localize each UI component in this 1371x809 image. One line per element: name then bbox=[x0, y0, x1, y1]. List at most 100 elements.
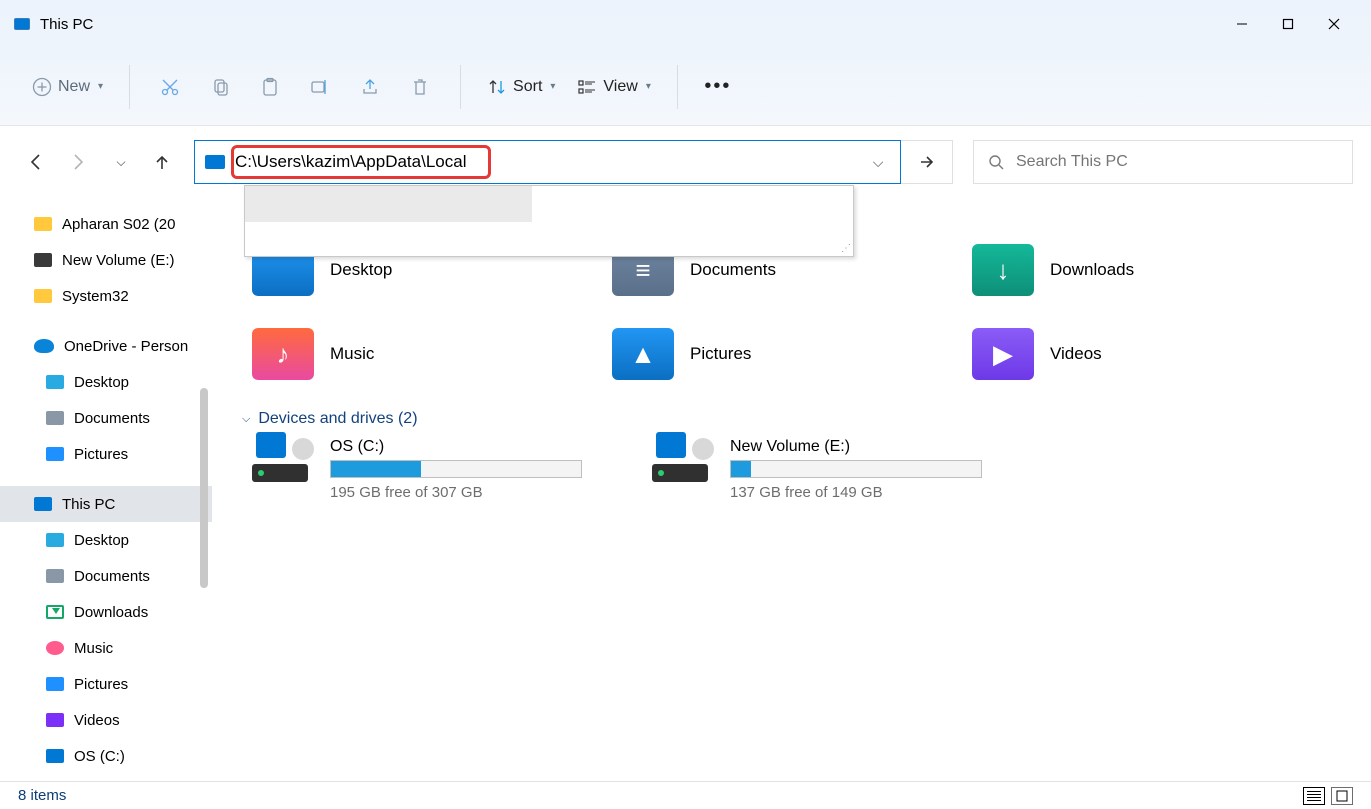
tree-item[interactable]: Documents bbox=[0, 558, 212, 594]
tree-item[interactable]: Documents bbox=[0, 400, 212, 436]
pictures-icon: ▲ bbox=[612, 328, 674, 380]
tree-label: Videos bbox=[74, 712, 120, 729]
chevron-down-icon: ⌵ bbox=[242, 413, 250, 426]
tree-item[interactable]: Apharan S02 (20 bbox=[0, 206, 212, 242]
forward-button[interactable] bbox=[60, 144, 96, 180]
copy-button[interactable] bbox=[198, 67, 242, 107]
new-button[interactable]: New ▾ bbox=[24, 67, 111, 107]
tree-label: This PC bbox=[62, 496, 115, 513]
tree-item[interactable]: New Volume (E:) bbox=[0, 242, 212, 278]
tree-item[interactable]: Pictures bbox=[0, 436, 212, 472]
address-history-button[interactable]: ⌵ bbox=[856, 140, 900, 184]
address-input[interactable] bbox=[235, 141, 856, 183]
devices-header[interactable]: ⌵ Devices and drives (2) bbox=[242, 410, 1351, 428]
scissors-icon bbox=[160, 77, 180, 97]
drive-tile-new-volume[interactable]: New Volume (E:) 137 GB free of 149 GB bbox=[652, 438, 992, 501]
tree-label: Desktop bbox=[74, 374, 129, 391]
pc-icon bbox=[205, 155, 225, 169]
large-icons-view-button[interactable] bbox=[1331, 787, 1353, 805]
tree-label: System32 bbox=[62, 288, 129, 305]
folder-tile-downloads[interactable]: ↓Downloads bbox=[972, 238, 1292, 302]
drive-icon bbox=[652, 438, 714, 482]
scrollbar-thumb[interactable] bbox=[200, 388, 208, 588]
desktop-icon bbox=[46, 533, 64, 547]
main-area: Apharan S02 (20 New Volume (E:) System32… bbox=[0, 188, 1371, 781]
folder-icon bbox=[34, 289, 52, 303]
folder-icon bbox=[34, 217, 52, 231]
details-view-button[interactable] bbox=[1303, 787, 1325, 805]
tree-item-onedrive[interactable]: OneDrive - Person bbox=[0, 328, 212, 364]
tree-item[interactable]: OS (C:) bbox=[0, 738, 212, 774]
folders-section: Desktop ≡Documents ↓Downloads ♪Music ▲Pi… bbox=[252, 238, 1351, 386]
drive-name: OS (C:) bbox=[330, 438, 592, 456]
pictures-icon bbox=[46, 447, 64, 461]
resize-grip-icon[interactable]: ⋰ bbox=[841, 243, 851, 254]
sort-button[interactable]: Sort ▾ bbox=[479, 67, 563, 107]
search-icon bbox=[988, 154, 1004, 170]
tree-item-this-pc[interactable]: This PC bbox=[0, 486, 212, 522]
tree-item[interactable]: Pictures bbox=[0, 666, 212, 702]
search-box[interactable] bbox=[973, 140, 1353, 184]
content-pane: Desktop ≡Documents ↓Downloads ♪Music ▲Pi… bbox=[212, 188, 1371, 781]
separator bbox=[129, 65, 130, 109]
search-input[interactable] bbox=[1016, 153, 1338, 171]
titlebar: This PC bbox=[0, 0, 1371, 48]
capacity-bar bbox=[730, 460, 982, 478]
pc-icon bbox=[34, 497, 52, 511]
folder-tile-pictures[interactable]: ▲Pictures bbox=[612, 322, 932, 386]
share-button[interactable] bbox=[348, 67, 392, 107]
folder-name: Documents bbox=[690, 260, 776, 280]
desktop-icon bbox=[46, 375, 64, 389]
maximize-button[interactable] bbox=[1265, 8, 1311, 40]
item-count: 8 items bbox=[18, 787, 66, 804]
tree-item[interactable]: Music bbox=[0, 630, 212, 666]
folder-tile-music[interactable]: ♪ Music bbox=[252, 322, 572, 386]
paste-button[interactable] bbox=[248, 67, 292, 107]
drive-free-text: 137 GB free of 149 GB bbox=[730, 484, 992, 501]
minimize-button[interactable] bbox=[1219, 8, 1265, 40]
devices-header-label: Devices and drives (2) bbox=[258, 410, 417, 428]
view-button[interactable]: View ▾ bbox=[569, 67, 658, 107]
tree-label: OS (C:) bbox=[74, 748, 125, 765]
autocomplete-item[interactable] bbox=[245, 186, 532, 222]
music-icon: ♪ bbox=[252, 328, 314, 380]
view-mode-toggle bbox=[1303, 787, 1353, 805]
sort-icon bbox=[487, 77, 507, 97]
navigation-bar: ⌵ ⌵ bbox=[0, 136, 1371, 188]
trash-icon bbox=[410, 77, 430, 97]
tree-item[interactable]: Desktop bbox=[0, 522, 212, 558]
folder-tile-videos[interactable]: ▶Videos bbox=[972, 322, 1292, 386]
new-label: New bbox=[58, 78, 90, 96]
tree-label: Desktop bbox=[74, 532, 129, 549]
chevron-down-icon: ▾ bbox=[98, 81, 103, 92]
up-button[interactable] bbox=[144, 144, 180, 180]
folder-name: Music bbox=[330, 344, 374, 364]
address-bar[interactable]: ⌵ bbox=[194, 140, 901, 184]
pc-icon bbox=[14, 18, 30, 30]
tree-item[interactable]: Desktop bbox=[0, 364, 212, 400]
tree-label: Apharan S02 (20 bbox=[62, 216, 175, 233]
close-button[interactable] bbox=[1311, 8, 1357, 40]
tree-label: Pictures bbox=[74, 676, 128, 693]
tree-item[interactable]: Downloads bbox=[0, 594, 212, 630]
go-button[interactable] bbox=[901, 140, 953, 184]
plus-circle-icon bbox=[32, 77, 52, 97]
chevron-down-icon: ⌵ bbox=[873, 154, 884, 171]
scrollbar[interactable] bbox=[198, 348, 210, 688]
drive-tile-os[interactable]: OS (C:) 195 GB free of 307 GB bbox=[252, 438, 592, 501]
delete-button[interactable] bbox=[398, 67, 442, 107]
window-title: This PC bbox=[40, 16, 93, 33]
rename-button[interactable] bbox=[298, 67, 342, 107]
drives-section: OS (C:) 195 GB free of 307 GB New Volume… bbox=[252, 438, 1351, 501]
more-button[interactable]: ••• bbox=[696, 67, 740, 107]
downloads-icon bbox=[46, 605, 64, 619]
capacity-bar bbox=[330, 460, 582, 478]
back-button[interactable] bbox=[18, 144, 54, 180]
recent-button[interactable]: ⌵ bbox=[102, 144, 138, 180]
share-icon bbox=[360, 77, 380, 97]
tree-item[interactable]: System32 bbox=[0, 278, 212, 314]
tree-label: New Volume (E:) bbox=[62, 252, 175, 269]
address-autocomplete[interactable]: ⋰ bbox=[244, 185, 854, 257]
tree-item[interactable]: Videos bbox=[0, 702, 212, 738]
cut-button[interactable] bbox=[148, 67, 192, 107]
